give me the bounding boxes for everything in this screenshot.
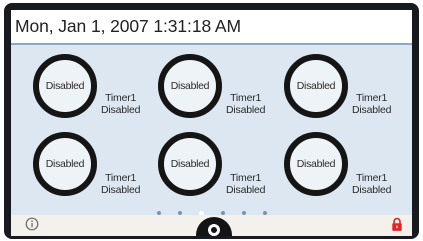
timer-status-label: Disabled bbox=[45, 80, 85, 92]
timer-status-ring: Disabled bbox=[33, 54, 97, 118]
lock-icon[interactable] bbox=[391, 217, 403, 232]
timer-name: Timer1 bbox=[230, 172, 262, 184]
timer-status-ring: Disabled bbox=[158, 54, 222, 118]
timer-state: Disabled bbox=[352, 184, 392, 196]
timer-tile-5[interactable]: Disabled Timer1 Disabled bbox=[158, 132, 288, 202]
screen: Mon, Jan 1, 2007 1:31:18 AM Disabled Tim… bbox=[11, 10, 412, 236]
timer-name: Timer1 bbox=[356, 92, 388, 104]
timer-name-label: Timer1 Disabled bbox=[352, 92, 391, 116]
timer-tile-2[interactable]: Disabled Timer1 Disabled bbox=[158, 54, 288, 124]
timer-tile-6[interactable]: Disabled Timer1 Disabled bbox=[284, 132, 412, 202]
timer-name-label: Timer1 Disabled bbox=[101, 172, 140, 196]
timer-status-label: Disabled bbox=[170, 80, 210, 92]
timer-name-label: Timer1 Disabled bbox=[101, 92, 140, 116]
timer-status-ring: Disabled bbox=[158, 132, 222, 196]
timer-name: Timer1 bbox=[356, 172, 388, 184]
timer-status-label: Disabled bbox=[170, 158, 210, 170]
footer-bar bbox=[11, 215, 412, 236]
header-bar: Mon, Jan 1, 2007 1:31:18 AM bbox=[11, 10, 412, 43]
timer-status-label: Disabled bbox=[296, 80, 336, 92]
timer-tile-4[interactable]: Disabled Timer1 Disabled bbox=[33, 132, 163, 202]
timer-name: Timer1 bbox=[105, 92, 137, 104]
timer-tile-3[interactable]: Disabled Timer1 Disabled bbox=[284, 54, 412, 124]
timer-state: Disabled bbox=[352, 104, 392, 116]
timer-status-ring: Disabled bbox=[284, 132, 348, 196]
timer-state: Disabled bbox=[101, 184, 141, 196]
timer-status-label: Disabled bbox=[296, 158, 336, 170]
timer-state: Disabled bbox=[226, 104, 266, 116]
timer-tile-1[interactable]: Disabled Timer1 Disabled bbox=[33, 54, 163, 124]
timer-state: Disabled bbox=[226, 184, 266, 196]
timer-grid: Disabled Timer1 Disabled Disabled Timer1… bbox=[11, 43, 412, 224]
timer-status-ring: Disabled bbox=[284, 54, 348, 118]
timer-status-ring: Disabled bbox=[33, 132, 97, 196]
timer-name-label: Timer1 Disabled bbox=[226, 92, 265, 116]
timer-name: Timer1 bbox=[230, 92, 262, 104]
timer-name: Timer1 bbox=[105, 172, 137, 184]
timer-name-label: Timer1 Disabled bbox=[226, 172, 265, 196]
info-icon[interactable] bbox=[25, 217, 39, 231]
timer-state: Disabled bbox=[101, 104, 141, 116]
timer-name-label: Timer1 Disabled bbox=[352, 172, 391, 196]
datetime-display: Mon, Jan 1, 2007 1:31:18 AM bbox=[15, 16, 241, 36]
timer-status-label: Disabled bbox=[45, 158, 85, 170]
home-button-icon-core bbox=[211, 227, 217, 233]
home-button[interactable] bbox=[196, 217, 232, 236]
